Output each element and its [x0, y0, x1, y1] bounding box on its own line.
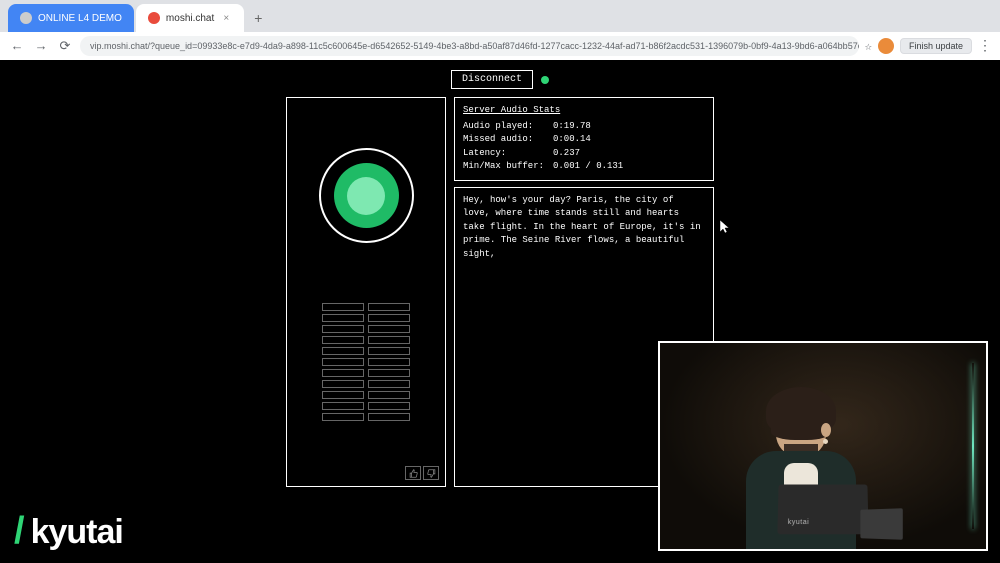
laptop: kyutai: [753, 484, 893, 539]
stat-row: Min/Max buffer:0.001 / 0.131: [463, 160, 705, 174]
audio-bar: [368, 402, 410, 410]
thumbs-up-button[interactable]: [405, 466, 421, 480]
cursor-icon: [720, 220, 730, 238]
laptop-brand: kyutai: [788, 519, 810, 526]
watermark-text: kyutai: [31, 513, 123, 552]
orb-inner: [347, 177, 385, 215]
audio-bar: [322, 402, 364, 410]
audio-bar: [368, 336, 410, 344]
stage-edge-light: [972, 363, 974, 529]
audio-bar: [322, 303, 364, 311]
tab-favicon: [20, 12, 32, 24]
camera-overlay: kyutai: [658, 341, 988, 551]
browser-chrome: ONLINE L4 DEMO moshi.chat × + ← → ⟳ vip.…: [0, 0, 1000, 60]
app-body: Disconnect Server Audio S: [0, 60, 1000, 563]
disconnect-row: Disconnect: [451, 70, 549, 89]
presenter-ear: [821, 423, 831, 437]
audio-bar: [322, 336, 364, 344]
audio-bar: [322, 358, 364, 366]
feedback-buttons: [405, 466, 439, 480]
bookmark-icon[interactable]: ☆: [865, 39, 872, 54]
status-indicator: [541, 76, 549, 84]
disconnect-button[interactable]: Disconnect: [451, 70, 533, 89]
audio-bar: [368, 314, 410, 322]
audio-bar: [322, 380, 364, 388]
stat-row: Latency:0.237: [463, 147, 705, 161]
orb-ring: [319, 148, 414, 243]
watermark-slash: /: [14, 510, 25, 553]
audio-bar: [322, 413, 364, 421]
tab-moshi-chat[interactable]: moshi.chat ×: [136, 4, 244, 32]
stat-value: 0.237: [553, 147, 580, 161]
transcript-text: Hey, how's your day? Paris, the city of …: [463, 195, 701, 259]
reload-button[interactable]: ⟳: [56, 37, 74, 55]
audio-bar: [368, 358, 410, 366]
laptop-lid: kyutai: [777, 484, 868, 534]
forward-button[interactable]: →: [32, 37, 50, 55]
audio-bar: [368, 369, 410, 377]
audio-bar: [368, 413, 410, 421]
tab-bar: ONLINE L4 DEMO moshi.chat × +: [0, 0, 1000, 32]
stat-label: Missed audio:: [463, 133, 553, 147]
stat-row: Audio played:0:19.78: [463, 120, 705, 134]
finish-update-button[interactable]: Finish update: [900, 38, 972, 54]
back-button[interactable]: ←: [8, 37, 26, 55]
stat-value: 0:00.14: [553, 133, 591, 147]
thumbs-down-button[interactable]: [423, 466, 439, 480]
stat-label: Audio played:: [463, 120, 553, 134]
headset-mic: [823, 439, 828, 444]
audio-bar: [322, 347, 364, 355]
panels: Server Audio Stats Audio played:0:19.78M…: [286, 97, 714, 487]
stat-value: 0.001 / 0.131: [553, 160, 623, 174]
audio-bars-grid: [322, 303, 410, 421]
new-tab-button[interactable]: +: [246, 8, 270, 32]
stat-value: 0:19.78: [553, 120, 591, 134]
visualizer-panel: [286, 97, 446, 487]
addr-right-controls: ☆ Finish update ⋮: [865, 38, 992, 55]
address-bar: ← → ⟳ vip.moshi.chat/?queue_id=09933e8c-…: [0, 32, 1000, 60]
stats-box: Server Audio Stats Audio played:0:19.78M…: [454, 97, 714, 181]
menu-icon[interactable]: ⋮: [978, 38, 992, 55]
audio-bar: [368, 303, 410, 311]
stats-title: Server Audio Stats: [463, 104, 705, 118]
url-text: vip.moshi.chat/?queue_id=09933e8c-e7d9-4…: [90, 41, 859, 51]
audio-bar: [322, 391, 364, 399]
audio-bar: [368, 391, 410, 399]
audio-bar: [368, 347, 410, 355]
close-icon[interactable]: ×: [220, 12, 232, 24]
tab-favicon: [148, 12, 160, 24]
laptop-second-screen: [860, 508, 902, 540]
stat-row: Missed audio:0:00.14: [463, 133, 705, 147]
audio-bar: [322, 325, 364, 333]
audio-bar: [322, 369, 364, 377]
audio-bar: [368, 325, 410, 333]
tab-label: ONLINE L4 DEMO: [38, 13, 122, 24]
tab-label: moshi.chat: [166, 13, 214, 24]
brand-watermark: / kyutai: [14, 510, 123, 553]
presenter-head: [776, 401, 826, 456]
url-input[interactable]: vip.moshi.chat/?queue_id=09933e8c-e7d9-4…: [80, 36, 859, 56]
orb-outer: [334, 163, 399, 228]
stat-label: Min/Max buffer:: [463, 160, 553, 174]
audio-bar: [322, 314, 364, 322]
audio-bar: [368, 380, 410, 388]
stat-label: Latency:: [463, 147, 553, 161]
tab-online-demo[interactable]: ONLINE L4 DEMO: [8, 4, 134, 32]
profile-avatar[interactable]: [878, 38, 894, 54]
